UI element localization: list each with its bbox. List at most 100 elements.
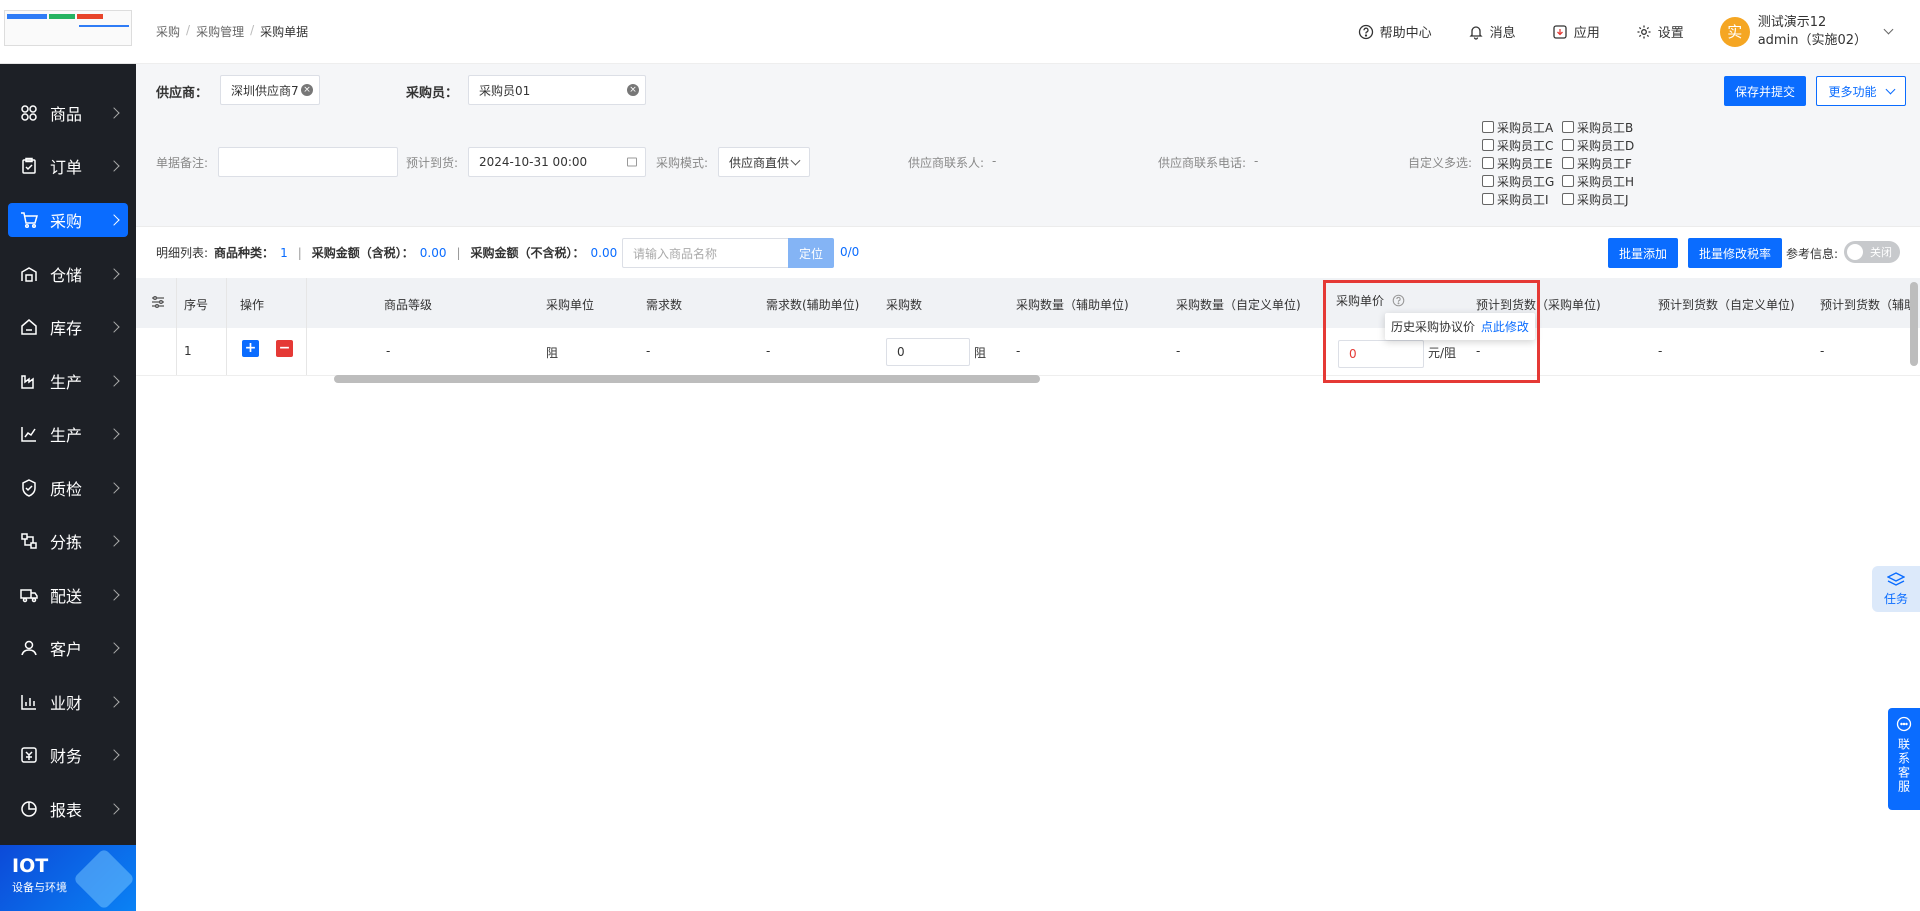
sidebar-item-label: 财务 xyxy=(50,747,83,767)
checkbox-option[interactable]: 采购员工H xyxy=(1562,173,1642,190)
breadcrumb-item[interactable]: 采购管理 xyxy=(196,23,244,40)
buyer-label: 采购员： xyxy=(406,86,459,101)
checkbox-option[interactable]: 采购员工A xyxy=(1482,119,1562,136)
shield-icon xyxy=(20,478,38,497)
th-seq: 序号 xyxy=(184,298,209,312)
horizontal-scrollbar[interactable] xyxy=(334,375,1040,383)
batch-tax-button[interactable]: 批量修改税率 xyxy=(1688,238,1782,268)
iot-banner[interactable]: IOT 设备与环境 xyxy=(0,845,136,911)
sidebar-item-quality[interactable]: 质检 xyxy=(0,461,136,515)
task-float-button[interactable]: 任务 xyxy=(1872,566,1920,612)
checkbox-option[interactable]: 采购员工I xyxy=(1482,191,1562,208)
sidebar-item-purchase[interactable]: 采购 xyxy=(8,203,128,237)
sidebar-item-orders[interactable]: 订单 xyxy=(0,140,136,194)
cell-qty-custom: - xyxy=(1176,344,1181,358)
sidebar-item-inventory[interactable]: 库存 xyxy=(0,301,136,355)
cell-unit: 阻 xyxy=(546,346,559,360)
eta-date-picker[interactable]: 2024-10-31 00:00 xyxy=(468,147,646,177)
amount-tax-value: 0.00 xyxy=(419,245,447,260)
ref-info-label: 参考信息: xyxy=(1786,247,1839,261)
sidebar-item-label: 采购 xyxy=(50,212,83,231)
messages-label: 消息 xyxy=(1489,26,1516,41)
th-grade: 商品等级 xyxy=(384,298,433,312)
checkbox-option[interactable]: 采购员工E xyxy=(1482,155,1562,172)
types-label: 商品种类： xyxy=(214,246,275,260)
cell-eta-qty-custom: - xyxy=(1658,344,1663,358)
clipboard-icon xyxy=(20,157,38,175)
buyer-select[interactable]: 采购员01 × xyxy=(468,75,646,105)
amount-notax-value: 0.00 xyxy=(590,245,618,260)
service-label: 联系客服 xyxy=(1896,738,1911,794)
toggle-knob xyxy=(1847,244,1863,260)
sidebar-item-goods[interactable]: 商品 xyxy=(0,86,136,140)
customer-service-button[interactable]: 联系客服 xyxy=(1888,708,1920,810)
supplier-select[interactable]: 深圳供应商7 × xyxy=(220,75,320,105)
note-label: 单据备注: xyxy=(156,156,209,170)
table-row: 1 + − - 阻 - - 0 阻 - - 0 元/阻 - - - xyxy=(136,328,1920,376)
remove-row-button[interactable]: − xyxy=(276,340,293,357)
sidebar-item-reports[interactable]: 报表 xyxy=(0,782,136,836)
help-center-link[interactable]: 帮助中心 xyxy=(1358,22,1432,41)
sidebar-item-customer[interactable]: 客户 xyxy=(0,622,136,676)
sidebar-item-label: 订单 xyxy=(50,158,83,178)
supplier-value: 深圳供应商7 xyxy=(231,83,299,98)
mode-label: 采购模式: xyxy=(656,156,709,170)
user-name: 测试演示12 xyxy=(1757,14,1827,30)
contact-label: 供应商联系人: xyxy=(908,156,985,170)
batch-add-button[interactable]: 批量添加 xyxy=(1608,238,1678,268)
breadcrumb-item[interactable]: 采购 xyxy=(156,23,180,40)
checkbox-option[interactable]: 采购员工D xyxy=(1562,137,1642,154)
mode-select[interactable]: 供应商直供 xyxy=(718,147,810,177)
finance-icon xyxy=(20,746,38,764)
th-demand-aux: 需求数(辅助单位) xyxy=(766,298,860,312)
checkbox-option[interactable]: 采购员工J xyxy=(1562,191,1642,208)
checkbox-option[interactable]: 采购员工B xyxy=(1562,119,1642,136)
cell-eta-qty-aux: - xyxy=(1820,344,1825,358)
checkbox-option[interactable]: 采购员工G xyxy=(1482,173,1562,190)
settings-link[interactable]: 设置 xyxy=(1636,22,1684,41)
chevron-down-icon xyxy=(790,155,801,166)
sidebar-item-sorting[interactable]: 分拣 xyxy=(0,515,136,569)
sidebar-item-production-1[interactable]: 生产 xyxy=(0,354,136,408)
ref-info-toggle[interactable]: 关闭 xyxy=(1844,241,1900,263)
phone-label: 供应商联系电话: xyxy=(1158,156,1247,170)
sidebar-item-business-finance[interactable]: 业财 xyxy=(0,675,136,729)
column-settings-icon[interactable] xyxy=(150,294,166,314)
save-submit-button[interactable]: 保存并提交 xyxy=(1724,76,1806,106)
chat-icon xyxy=(1896,716,1912,732)
grid-icon xyxy=(20,104,38,122)
chevron-down-icon xyxy=(1883,24,1894,35)
locate-button[interactable]: 定位 xyxy=(788,238,834,268)
vertical-scrollbar[interactable] xyxy=(1910,282,1918,366)
sidebar-item-production-2[interactable]: 生产 xyxy=(0,408,136,462)
header-actions: 帮助中心 消息 应用 设置 实 测试演示12 admin（实施02） xyxy=(1358,14,1920,50)
more-functions-label: 更多功能 xyxy=(1828,84,1877,99)
top-header: 采购 / 采购管理 / 采购单据 帮助中心 消息 应用 设置 实 测试演示12 … xyxy=(136,0,1920,64)
clear-icon[interactable]: × xyxy=(627,84,639,96)
gear-icon xyxy=(1637,25,1651,38)
messages-link[interactable]: 消息 xyxy=(1468,22,1516,41)
qty-input[interactable]: 0 xyxy=(886,338,970,366)
chart-icon xyxy=(20,425,38,443)
user-menu[interactable]: 实 测试演示12 admin（实施02） xyxy=(1719,14,1894,50)
breadcrumb: 采购 / 采购管理 / 采购单据 xyxy=(156,23,309,40)
product-search-input[interactable]: 请输入商品名称 xyxy=(622,238,792,268)
chevron-down-icon xyxy=(1885,84,1895,94)
add-row-button[interactable]: + xyxy=(242,340,259,357)
th-eta-qty-custom: 预计到货数（自定义单位) xyxy=(1658,298,1795,312)
sidebar-item-finance[interactable]: 财务 xyxy=(0,729,136,783)
download-icon xyxy=(1553,24,1567,39)
sidebar-item-warehouse[interactable]: 仓储 xyxy=(0,247,136,301)
cell-qty-unit: 阻 xyxy=(974,346,987,360)
th-qty: 采购数 xyxy=(886,298,923,312)
clear-icon[interactable]: × xyxy=(301,84,313,96)
sidebar-item-label: 库存 xyxy=(50,319,83,339)
note-input[interactable] xyxy=(218,147,398,177)
checkbox-option[interactable]: 采购员工C xyxy=(1482,137,1562,154)
th-op: 操作 xyxy=(240,298,265,312)
question-icon xyxy=(1358,24,1373,39)
sidebar-item-delivery[interactable]: 配送 xyxy=(0,568,136,622)
more-functions-button[interactable]: 更多功能 xyxy=(1816,76,1906,106)
apps-link[interactable]: 应用 xyxy=(1552,22,1600,41)
checkbox-option[interactable]: 采购员工F xyxy=(1562,155,1642,172)
